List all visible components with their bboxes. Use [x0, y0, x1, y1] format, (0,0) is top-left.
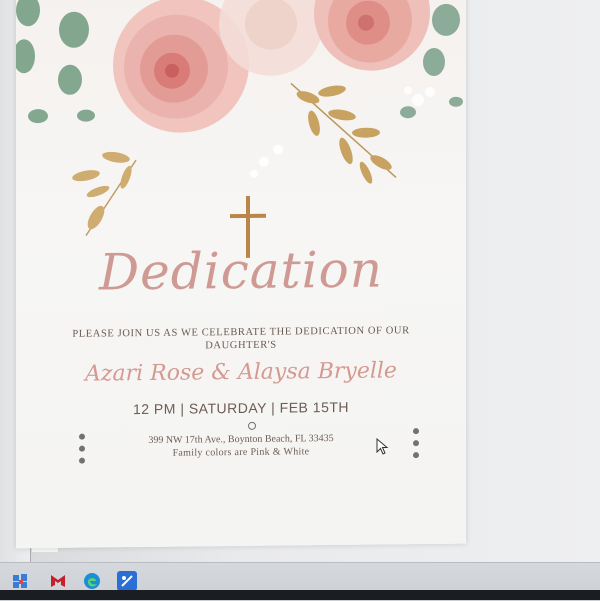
resize-handle-right[interactable]	[413, 428, 419, 435]
resize-handle-left[interactable]	[79, 445, 85, 452]
resize-handle-right[interactable]	[413, 452, 419, 459]
invite-line[interactable]: PLEASE JOIN US AS WE CELEBRATE THE DEDIC…	[56, 324, 426, 354]
daughters-names[interactable]: Azari Rose & Alaysa Bryelle	[16, 358, 466, 388]
windows-start-icon[interactable]	[10, 571, 30, 591]
invitation-card[interactable]: Dedication PLEASE JOIN US AS WE CELEBRAT…	[16, 0, 466, 549]
resize-handle-left[interactable]	[79, 457, 85, 464]
mcafee-icon[interactable]	[48, 571, 68, 591]
resize-handle-left[interactable]	[79, 433, 85, 440]
monitor-bezel	[0, 590, 600, 600]
document-editor: 2 3 4 5 6	[0, 0, 600, 562]
resize-handle-right[interactable]	[413, 440, 419, 447]
app-icon[interactable]	[117, 571, 137, 591]
edge-browser-icon[interactable]	[82, 571, 102, 591]
mouse-cursor-icon	[376, 438, 389, 455]
invitation-title[interactable]: Dedication	[16, 240, 466, 303]
rotate-handle[interactable]	[248, 421, 256, 430]
event-time-date[interactable]: 12 PM | SATURDAY | FEB 15TH	[16, 398, 466, 419]
